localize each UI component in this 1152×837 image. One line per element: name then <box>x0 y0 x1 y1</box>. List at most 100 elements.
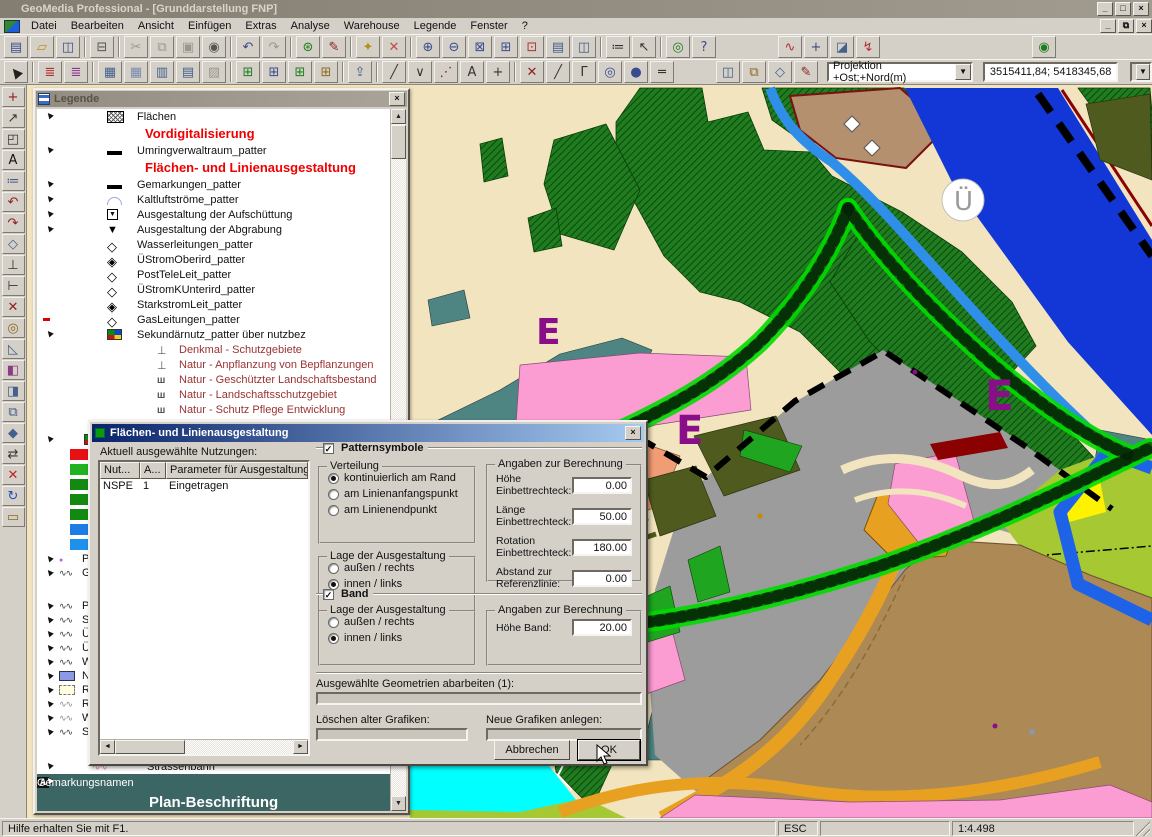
band-checkbox[interactable]: ✓ <box>323 589 334 600</box>
legend-item[interactable]: Natur - Schutz Pflege Entwicklung <box>37 402 390 417</box>
locate-button[interactable]: ◉ <box>1032 36 1056 58</box>
field-value-input[interactable]: 20.00 <box>572 619 632 636</box>
scale-dropdown[interactable]: ▼ <box>1130 62 1152 82</box>
scroll-up-icon[interactable]: ▲ <box>391 109 406 124</box>
parallel-line-button[interactable]: ═ <box>650 61 674 83</box>
copy-button[interactable]: ⧉ <box>150 36 174 58</box>
title-bar[interactable]: GeoMedia Professional - [Grunddarstellun… <box>0 0 1152 18</box>
sketch-button[interactable]: ✎ <box>794 61 818 83</box>
redigitize-button[interactable]: ↯ <box>856 36 880 58</box>
split-feature-button[interactable]: ✕ <box>520 61 544 83</box>
print-button[interactable]: ⊟ <box>90 36 114 58</box>
measure-button[interactable]: ▭ <box>2 507 25 527</box>
legend-item[interactable]: GasLeitungen_patter <box>37 312 390 327</box>
projection-dropdown[interactable]: Projektion +Ost;+Nord(m) ▼ <box>827 62 973 82</box>
rotate-right-button[interactable]: ↷ <box>2 213 25 233</box>
legend-item[interactable]: PostTeleLeit_patter <box>37 267 390 282</box>
properties-button[interactable]: ≔ <box>606 36 630 58</box>
radio-innen-links[interactable]: innen / links <box>328 632 474 644</box>
fillet-button[interactable]: Γ <box>572 61 596 83</box>
redline-button[interactable]: ✕ <box>382 36 406 58</box>
chevron-down-icon[interactable]: ▼ <box>1136 64 1150 80</box>
child-close-button[interactable]: × <box>1136 19 1152 33</box>
context-help-button[interactable]: ? <box>692 36 716 58</box>
legend-item[interactable]: ▲Ausgestaltung der Abgrabung <box>37 222 390 237</box>
menu-?[interactable]: ? <box>515 19 535 33</box>
select-tool-button[interactable]: ▲ <box>4 61 28 83</box>
menu-datei[interactable]: Datei <box>24 19 64 33</box>
insert-image-button[interactable]: ⊞ <box>314 61 338 83</box>
insert-point-line-button[interactable]: ⋰ <box>434 61 458 83</box>
field-value-input[interactable]: 0.00 <box>572 570 632 587</box>
menu-bearbeiten[interactable]: Bearbeiten <box>64 19 131 33</box>
radio-außen-rechts[interactable]: außen / rechts <box>328 562 474 574</box>
insert-area-button[interactable]: ⊞ <box>262 61 286 83</box>
data-window-button[interactable]: ▦ <box>124 61 148 83</box>
insert-symbol-button[interactable]: ⊞ <box>288 61 312 83</box>
zoom-rectangle-button[interactable]: ⊠ <box>468 36 492 58</box>
copy-parallel-button[interactable]: ⧉ <box>2 402 25 422</box>
move-geometry-button[interactable]: ◪ <box>830 36 854 58</box>
legend-item[interactable]: ▲Kaltluftströme_patter <box>37 192 390 207</box>
insert-line-button[interactable]: ╱ <box>382 61 406 83</box>
insert-text-button[interactable]: A <box>2 150 25 170</box>
menu-einfgen[interactable]: Einfügen <box>181 19 238 33</box>
field-value-input[interactable]: 180.00 <box>572 539 632 556</box>
field-value-input[interactable]: 50.00 <box>572 508 632 525</box>
resize-grip[interactable] <box>1136 821 1150 836</box>
wizard-button[interactable]: ✦ <box>356 36 380 58</box>
scroll-right-icon[interactable]: ► <box>293 740 308 754</box>
draw-circle-button[interactable]: ◎ <box>598 61 622 83</box>
open-workspace-button[interactable]: ▱ <box>30 36 54 58</box>
legend-title-bar[interactable]: Legende × <box>36 91 407 107</box>
legend-item[interactable]: Natur - Geschützter Landschaftsbestand <box>37 372 390 387</box>
warehouse-wizard-button[interactable]: ✎ <box>322 36 346 58</box>
attribute-table-button[interactable]: ▦ <box>98 61 122 83</box>
menu-extras[interactable]: Extras <box>238 19 283 33</box>
legend-item[interactable]: StarkstromLeit_patter <box>37 297 390 312</box>
import-button[interactable]: ⇪ <box>348 61 372 83</box>
insert-label-button[interactable]: ≔ <box>2 171 25 191</box>
paste-special-button[interactable]: ⧉ <box>742 61 766 83</box>
legend-item[interactable]: ÜStromKUnterird_patter <box>37 282 390 297</box>
radio-kontinuierlich-am-rand[interactable]: kontinuierlich am Rand <box>328 472 474 484</box>
line-style-button[interactable]: ◨ <box>2 381 25 401</box>
spatial-note-button[interactable]: ◫ <box>716 61 740 83</box>
draw-line-button[interactable]: ╱ <box>546 61 570 83</box>
menu-ansicht[interactable]: Ansicht <box>131 19 181 33</box>
add-vertex-button[interactable]: + <box>804 36 828 58</box>
draw-point-button[interactable]: ● <box>624 61 648 83</box>
maximize-button[interactable]: □ <box>1115 2 1131 16</box>
redo-button[interactable]: ↷ <box>262 36 286 58</box>
table-column-header[interactable]: Nut... <box>100 462 140 479</box>
sort-ascending-button[interactable]: ▥ <box>150 61 174 83</box>
insert-feature-button[interactable]: ⊞ <box>236 61 260 83</box>
filter-button[interactable]: ▨ <box>202 61 226 83</box>
legend-item[interactable]: ÜStromOberird_patter <box>37 252 390 267</box>
zoom-in-button[interactable]: ⊕ <box>416 36 440 58</box>
legend-item[interactable]: ▲Gemarkungsnamen <box>37 774 390 791</box>
insert-polyline-button[interactable]: ∨ <box>408 61 432 83</box>
table-column-header[interactable]: A... <box>140 462 166 479</box>
insert-text-button[interactable]: A <box>460 61 484 83</box>
zoom-out-button[interactable]: ⊖ <box>442 36 466 58</box>
table-row[interactable]: NSPE1Eingetragen <box>100 479 308 494</box>
dialog-close-button[interactable]: × <box>625 426 641 440</box>
close-button[interactable]: × <box>1133 2 1149 16</box>
move-vertex-button[interactable]: ↗ <box>2 108 25 128</box>
table-column-header[interactable]: Parameter für Ausgestaltung <box>166 462 308 479</box>
child-restore-button[interactable]: ⧉ <box>1118 19 1134 33</box>
hscroll-thumb[interactable] <box>115 740 185 754</box>
field-value-input[interactable]: 0.00 <box>572 477 632 494</box>
legend-item[interactable]: ▲Ausgestaltung der Aufschüttung <box>37 207 390 222</box>
select-polygon-button[interactable]: ◺ <box>2 339 25 359</box>
paste-button[interactable]: ▣ <box>176 36 200 58</box>
geoworkspace-connections-button[interactable]: ⊛ <box>296 36 320 58</box>
delete-button[interactable]: ✕ <box>2 465 25 485</box>
legend-item[interactable]: ▲Sekundärnutz_patter über nutzbez <box>37 327 390 342</box>
fit-selection-button[interactable]: ⊡ <box>520 36 544 58</box>
select-by-area-button[interactable]: ◇ <box>768 61 792 83</box>
table-body[interactable]: NSPE1Eingetragen <box>100 479 308 739</box>
save-button[interactable]: ◫ <box>56 36 80 58</box>
legend-item[interactable]: Natur - Anpflanzung von Bepflanzungen <box>37 357 390 372</box>
